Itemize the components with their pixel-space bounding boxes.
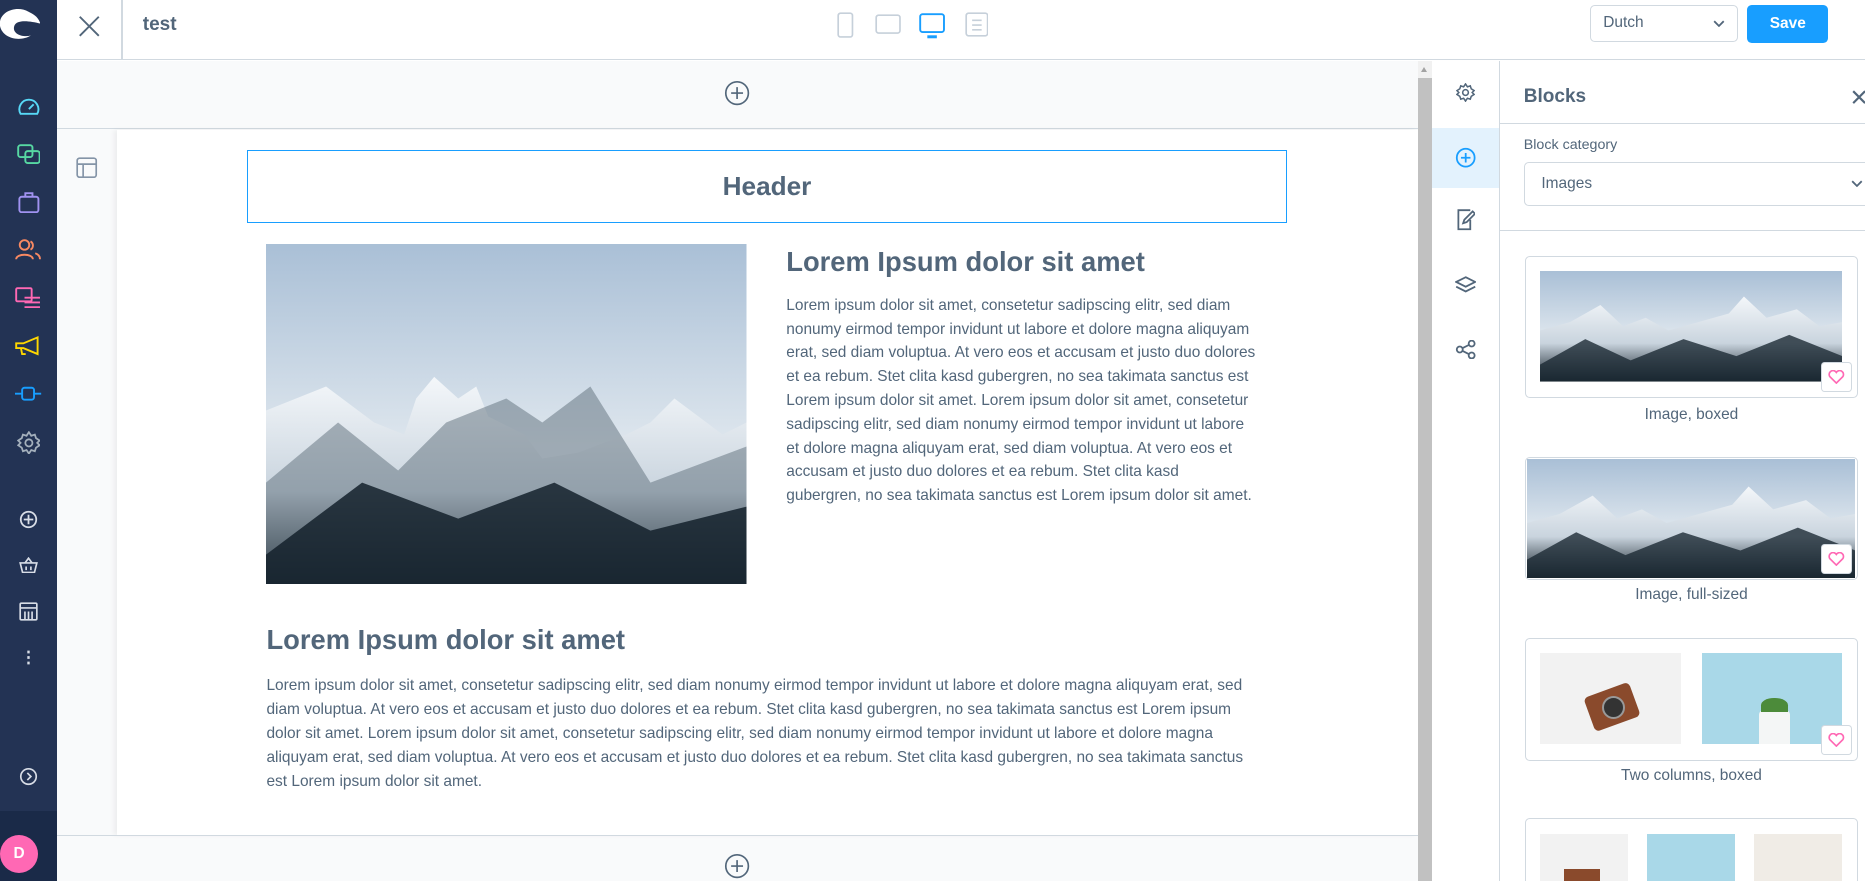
settings-icon[interactable] [5, 428, 53, 457]
storefront-icon[interactable] [5, 597, 53, 626]
add-section-bottom-icon[interactable] [724, 853, 750, 881]
device-tablet-icon[interactable] [875, 14, 902, 41]
chevron-down-icon [1851, 180, 1863, 188]
mountain-image[interactable] [266, 244, 747, 584]
language-select[interactable]: Dutch [1590, 4, 1738, 42]
block-preview-image [1540, 271, 1842, 382]
block-preview-image [1527, 459, 1855, 578]
customers-icon[interactable] [5, 236, 53, 265]
content-section: Header Lorem Ipsum dolor sit amet Lorem … [116, 129, 1418, 835]
add-blocks-tab-icon[interactable] [1432, 128, 1499, 188]
more-icon[interactable]: ⋮ [5, 644, 53, 673]
language-value: Dutch [1603, 14, 1644, 32]
close-icon[interactable] [75, 12, 104, 41]
block-category-select[interactable]: Images [1523, 161, 1865, 206]
close-panel-icon[interactable] [1852, 88, 1865, 110]
avatar[interactable]: D [0, 835, 39, 874]
add-section-top-icon[interactable] [724, 80, 750, 112]
block-category-value: Images [1541, 174, 1593, 192]
block-card-two-columns[interactable] [1524, 637, 1858, 761]
block-category-label: Block category [1523, 136, 1618, 153]
favorite-heart-icon[interactable] [1821, 724, 1852, 756]
share-tab-icon[interactable] [1432, 335, 1499, 364]
divider [121, 0, 123, 60]
top-bar: test Dutch Save [57, 0, 1865, 61]
scrollbar[interactable] [1417, 60, 1433, 881]
save-button[interactable]: Save [1747, 4, 1829, 43]
orders-icon[interactable] [5, 188, 53, 217]
shopware-logo[interactable] [0, 7, 41, 40]
chevron-down-icon [1713, 20, 1725, 27]
edit-tab-icon[interactable] [1432, 206, 1499, 235]
section2-heading[interactable]: Lorem Ipsum dolor sit amet [266, 624, 625, 656]
catalogue-icon[interactable] [5, 140, 53, 169]
block-label: Image, full-sized [1635, 586, 1748, 604]
device-desktop-icon[interactable] [919, 13, 946, 45]
panel-title: Blocks [1523, 85, 1587, 107]
marketing-icon[interactable] [5, 332, 53, 361]
settings-tab-icon[interactable] [1432, 79, 1499, 108]
expand-sidebar-icon[interactable] [5, 762, 53, 791]
device-list-icon[interactable] [965, 12, 989, 44]
add-icon[interactable] [5, 506, 53, 535]
favorite-heart-icon[interactable] [1821, 361, 1852, 393]
extensions-icon[interactable] [5, 379, 53, 408]
block-card-image-full[interactable] [1524, 456, 1858, 581]
favorite-heart-icon[interactable] [1821, 543, 1852, 575]
block-card-image-boxed[interactable] [1524, 255, 1858, 399]
editor-canvas: Header Lorem Ipsum dolor sit amet Lorem … [57, 60, 1418, 881]
device-mobile-icon[interactable] [837, 12, 854, 44]
block-card-three-columns[interactable] [1524, 818, 1858, 881]
section-layout-icon[interactable] [76, 157, 98, 184]
layers-tab-icon[interactable] [1432, 271, 1499, 300]
camera-image [1540, 652, 1681, 745]
section2-text[interactable]: Lorem ipsum dolor sit amet, consetetur s… [266, 674, 1265, 793]
block-label: Image, boxed [1644, 405, 1739, 423]
header-block[interactable]: Header [247, 149, 1287, 224]
section1-heading[interactable]: Lorem Ipsum dolor sit amet [786, 246, 1145, 278]
content-icon[interactable] [5, 283, 53, 312]
block-label: Two columns, boxed [1621, 767, 1762, 785]
basket-icon[interactable] [5, 551, 53, 580]
section1-text[interactable]: Lorem ipsum dolor sit amet, consetetur s… [786, 294, 1257, 508]
dashboard-icon[interactable] [5, 93, 53, 122]
page-title: test [142, 14, 177, 36]
admin-sidebar: ⋮ D [0, 0, 58, 881]
